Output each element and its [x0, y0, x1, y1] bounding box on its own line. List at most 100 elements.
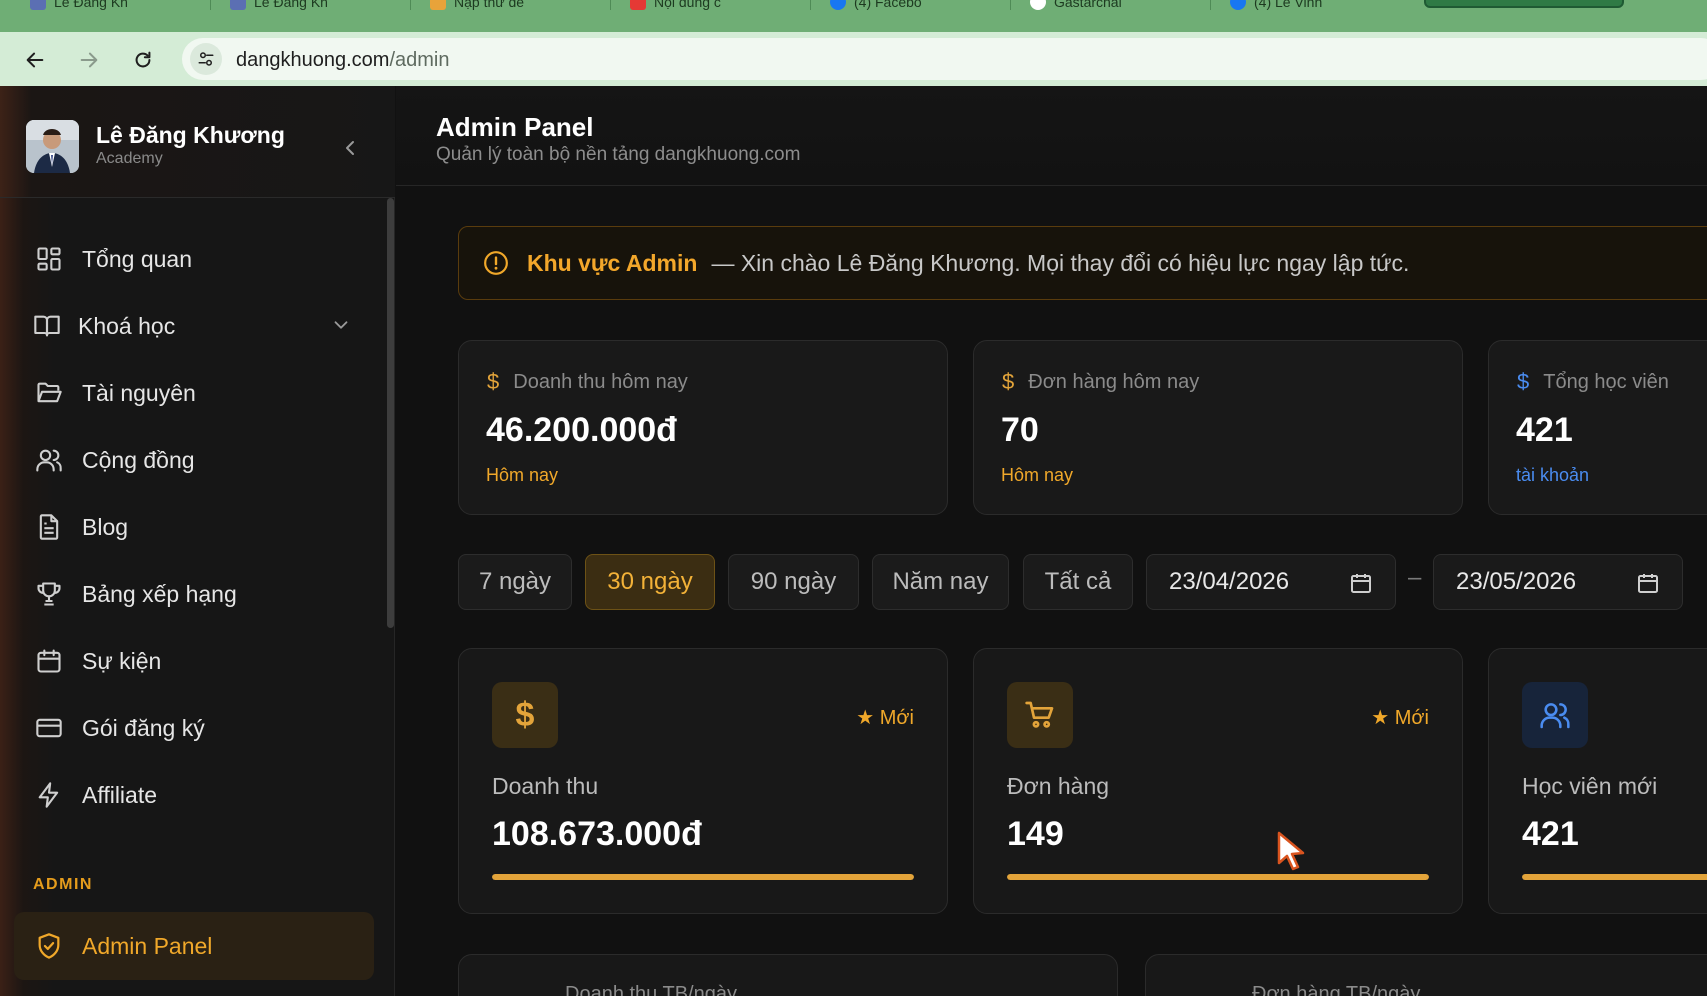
alert-title: Khu vực Admin [527, 249, 698, 276]
stat-card-orders-today: $ Đơn hàng hôm nay 70 Hôm nay [973, 340, 1463, 515]
sidebar-item-leaderboard[interactable]: Bảng xếp hạng [14, 566, 374, 622]
tab-separator [1210, 0, 1211, 10]
dashboard-grid-icon [32, 242, 66, 276]
page-header: Admin Panel Quản lý toàn bộ nền tảng dan… [396, 86, 1707, 186]
browser-tab[interactable]: (4) Lê Vinh [1218, 0, 1334, 12]
sidebar-scrollbar[interactable] [387, 198, 394, 628]
stat-label: $ Tổng học viên [1517, 369, 1669, 394]
sidebar-item-affiliate[interactable]: Affiliate [14, 767, 374, 823]
dollar-icon: $ [1002, 369, 1015, 394]
stat-sub: Hôm nay [1001, 465, 1074, 485]
sidebar-item-overview[interactable]: Tổng quan [14, 231, 374, 287]
avg-card-revenue: Doanh thu TB/ngày [458, 954, 1118, 996]
filter-this-year[interactable]: Năm nay [872, 554, 1009, 610]
users-icon [1522, 682, 1588, 748]
sidebar-item-community[interactable]: Cộng đồng [14, 432, 374, 488]
sidebar-item-label: Admin Panel [82, 932, 213, 959]
tab-favicon [630, 0, 646, 10]
dollar-icon: $ [1517, 369, 1530, 394]
sidebar-item-resources[interactable]: Tài nguyên [14, 365, 374, 421]
tab-separator [410, 0, 411, 10]
shield-check-icon [32, 929, 66, 963]
arrow-right-icon [80, 52, 98, 68]
stat-value: 421 [1516, 411, 1573, 449]
alert-message: — Xin chào Lê Đăng Khương. Mọi thay đổi … [711, 249, 1410, 276]
arrow-left-icon [26, 52, 44, 68]
dollar-icon: $ [487, 369, 500, 394]
alert-circle-icon [484, 251, 508, 275]
page-subtitle: Quản lý toàn bộ nền tảng dangkhuong.com [436, 144, 801, 165]
stat-card-total-students: $ Tổng học viên 421 tài khoản [1488, 340, 1707, 515]
sidebar-item-label: Khoá học [78, 312, 176, 339]
browser-tab[interactable]: Lê Đăng Kh [218, 0, 340, 12]
metric-progress-fill [1522, 874, 1707, 880]
stat-value: 46.200.000đ [486, 411, 677, 449]
metric-progress-fill [492, 874, 914, 880]
calendar-icon[interactable] [1636, 571, 1660, 595]
new-badge: ★ Mới [1371, 707, 1429, 729]
tab-separator [810, 0, 811, 10]
folder-open-icon [32, 376, 66, 410]
sidebar-item-admin-panel[interactable]: Admin Panel [14, 912, 374, 980]
tab-separator [1010, 0, 1011, 10]
sidebar-item-label: Gói đăng ký [82, 714, 205, 741]
browser-tab[interactable]: Nội dung c [618, 0, 733, 12]
browser-tab[interactable]: Gastarchai [1018, 0, 1134, 12]
stat-sub: Hôm nay [486, 465, 559, 485]
url-text: dangkhuong.com/admin [236, 49, 450, 71]
sidebar-item-events[interactable]: Sự kiện [14, 633, 374, 689]
tab-favicon [830, 0, 846, 10]
sidebar-section-admin: ADMIN [33, 876, 93, 893]
metric-card-orders: ★ Mới Đơn hàng 149 [973, 648, 1463, 914]
metric-progress-fill [1007, 874, 1429, 880]
main-content: Admin Panel Quản lý toàn bộ nền tảng dan… [396, 86, 1707, 996]
brand-name: Lê Đăng Khương [96, 122, 285, 148]
back-button[interactable] [19, 44, 51, 76]
reload-button[interactable] [127, 44, 159, 76]
page-title: Admin Panel [436, 112, 594, 142]
date-from-input[interactable]: 23/04/2026 [1146, 554, 1396, 610]
filter-all[interactable]: Tất cả [1023, 554, 1133, 610]
sidebar-item-label: Tài nguyên [82, 379, 196, 406]
sidebar-item-courses[interactable]: Khoá học [14, 298, 374, 354]
brand-subtitle: Academy [96, 150, 163, 167]
filter-7-days[interactable]: 7 ngày [458, 554, 572, 610]
sidebar-item-label: Bảng xếp hạng [82, 580, 237, 607]
browser-tab-active[interactable] [1424, 0, 1624, 8]
stat-card-revenue-today: $ Doanh thu hôm nay 46.200.000đ Hôm nay [458, 340, 948, 515]
metric-progress-bar [1007, 874, 1429, 880]
stat-value: 70 [1001, 411, 1039, 449]
metric-card-new-students: Học viên mới 421 [1488, 648, 1707, 914]
metric-value: 149 [1007, 815, 1064, 853]
chevron-left-icon [346, 141, 354, 155]
browser-tab[interactable]: (4) Facebo [818, 0, 934, 12]
sidebar-item-label: Cộng đồng [82, 446, 195, 473]
avg-label: Doanh thu TB/ngày [565, 983, 737, 996]
browser-tab-strip: Lê Đăng Kh Lê Đăng Kh Nạp thư đế Nội dun… [0, 0, 1707, 32]
date-to-input[interactable]: 23/05/2026 [1433, 554, 1683, 610]
tab-favicon [30, 0, 46, 10]
forward-button[interactable] [73, 44, 105, 76]
tab-favicon [1030, 0, 1046, 10]
stat-sub: tài khoản [1516, 465, 1590, 485]
stat-label: $ Đơn hàng hôm nay [1002, 369, 1200, 394]
sidebar-item-subscriptions[interactable]: Gói đăng ký [14, 700, 374, 756]
filter-30-days[interactable]: 30 ngày [585, 554, 715, 610]
address-bar[interactable]: dangkhuong.com/admin [182, 38, 1707, 80]
browser-tab[interactable]: Lê Đăng Kh [18, 0, 140, 12]
calendar-icon[interactable] [1349, 571, 1373, 595]
metric-label: Doanh thu [492, 773, 599, 799]
new-badge: ★ Mới [856, 707, 914, 729]
browser-tab[interactable]: Nạp thư đế [418, 0, 536, 12]
collapse-sidebar-button[interactable] [338, 136, 362, 160]
sidebar-item-blog[interactable]: Blog [14, 499, 374, 555]
chevron-down-icon[interactable] [330, 314, 352, 342]
tab-separator [610, 0, 611, 10]
filter-90-days[interactable]: 90 ngày [728, 554, 859, 610]
site-settings-icon[interactable] [190, 43, 222, 75]
tab-separator [210, 0, 211, 10]
sidebar-item-label: Blog [82, 513, 129, 540]
avg-label: Đơn hàng TB/ngày [1252, 983, 1421, 996]
metric-value: 421 [1522, 815, 1579, 853]
trophy-icon [32, 577, 66, 611]
